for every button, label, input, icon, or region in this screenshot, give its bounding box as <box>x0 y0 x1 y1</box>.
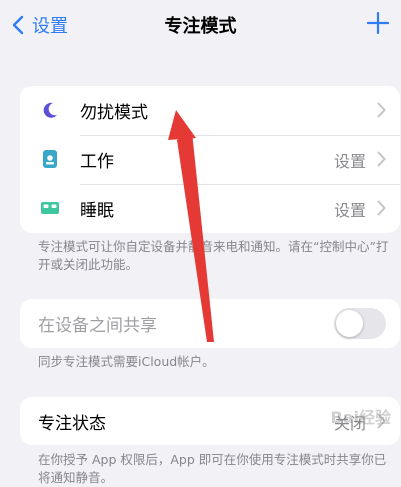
focus-description: 专注模式可让你自定设备并静音来电和通知。请在“控制中心”打开或关闭此功能。 <box>38 239 389 272</box>
add-icon[interactable] <box>367 12 389 34</box>
focus-item-do-not-disturb[interactable]: 勿扰模式 <box>20 86 400 135</box>
focus-item-sleep[interactable]: 睡眠 设置 <box>20 184 400 233</box>
badge-icon <box>43 150 57 168</box>
focus-status-label: 专注状态 <box>38 414 106 434</box>
focus-modes-list: 勿扰模式 工作 设置 睡眠 设置 <box>20 86 400 233</box>
focus-item-work[interactable]: 工作 设置 <box>20 135 400 184</box>
focus-item-value: 设置 <box>333 151 366 171</box>
status-description: 在你授予 App 权限后，App 即可在你使用专注模式时共享你已将通知静音。 <box>38 452 387 485</box>
share-row: 在设备之间共享 <box>20 299 400 348</box>
watermark-logo: Bai经验 <box>330 408 391 427</box>
focus-item-label: 勿扰模式 <box>80 103 148 123</box>
chevron-right-icon <box>377 151 386 167</box>
page-title: 专注模式 <box>164 16 237 37</box>
bed-icon <box>41 202 59 214</box>
focus-item-label: 睡眠 <box>80 201 114 221</box>
share-across-devices-row: 在设备之间共享 <box>20 299 400 348</box>
moon-icon <box>43 102 57 118</box>
share-description: 同步专注模式需要iCloud帐户。 <box>38 354 215 369</box>
share-label: 在设备之间共享 <box>38 316 157 336</box>
focus-item-label: 工作 <box>80 152 114 172</box>
focus-item-value: 设置 <box>333 200 366 220</box>
navigation-bar: 设置 专注模式 <box>0 0 401 52</box>
toggle-knob <box>336 310 363 337</box>
chevron-right-icon <box>377 200 386 216</box>
chevron-right-icon <box>377 102 386 118</box>
share-toggle[interactable] <box>334 308 386 339</box>
